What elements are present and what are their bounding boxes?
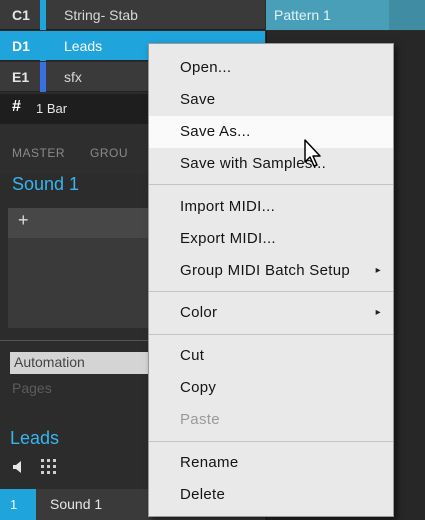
menu-item-label: Open... (180, 59, 232, 76)
sound-title: Sound 1 (12, 174, 80, 194)
menu-item-label: Cut (180, 347, 205, 364)
pages-label: Pages (12, 380, 52, 396)
speaker-icon[interactable] (12, 460, 26, 474)
group-name: sfx (64, 69, 82, 85)
menu-item-save[interactable]: Save (149, 84, 393, 116)
add-plugin-button[interactable]: + (18, 210, 29, 231)
group-name: String- Stab (64, 7, 138, 23)
menu-item-rename[interactable]: Rename (149, 447, 393, 479)
menu-item-import-midi[interactable]: Import MIDI... (149, 191, 393, 223)
menu-item-label: Import MIDI... (180, 198, 276, 215)
menu-item-group-midi-batch-setup[interactable]: Group MIDI Batch Setup ▸ (149, 255, 393, 287)
maschine-panel: C1 String- Stab D1 Leads E1 sfx Pattern … (0, 0, 425, 520)
menu-item-label: Copy (180, 379, 217, 396)
group-color-bar (40, 62, 46, 92)
menu-item-label: Delete (180, 486, 226, 503)
cursor-icon (304, 139, 321, 167)
menu-separator (149, 184, 393, 185)
tab-master[interactable]: MASTER (12, 146, 65, 160)
submenu-arrow-icon: ▸ (375, 307, 381, 318)
group-id: D1 (12, 38, 30, 54)
group-id: C1 (12, 7, 30, 23)
menu-item-label: Color (180, 304, 218, 321)
menu-item-open[interactable]: Open... (149, 52, 393, 84)
menu-separator (149, 441, 393, 442)
menu-item-label: Save (180, 91, 216, 108)
group-title: Leads (10, 428, 60, 448)
menu-item-label: Save As... (180, 123, 251, 140)
menu-item-copy[interactable]: Copy (149, 372, 393, 404)
menu-separator (149, 291, 393, 292)
pattern-slot[interactable]: Pattern 1 (266, 0, 425, 30)
menu-item-label: Rename (180, 454, 239, 471)
sound-name: Sound 1 (50, 496, 103, 512)
menu-item-label: Paste (180, 411, 220, 428)
menu-item-label: Group MIDI Batch Setup (180, 262, 351, 279)
group-color-bar (40, 31, 46, 61)
pattern-length-label: 1 Bar (36, 101, 68, 116)
pattern-cell[interactable] (389, 0, 425, 30)
group-id: E1 (12, 69, 30, 85)
tab-group[interactable]: GROU (90, 146, 128, 160)
group-name: Leads (64, 38, 103, 54)
menu-item-export-midi[interactable]: Export MIDI... (149, 223, 393, 255)
menu-item-save-as[interactable]: Save As... (149, 116, 393, 148)
menu-separator (149, 334, 393, 335)
sound-index: 1 (0, 489, 36, 520)
grid-icon[interactable] (40, 458, 58, 476)
group-row-c1[interactable]: C1 String- Stab (0, 0, 265, 30)
menu-item-paste: Paste (149, 404, 393, 436)
menu-item-delete[interactable]: Delete (149, 479, 393, 511)
menu-item-save-with-samples[interactable]: Save with Samples... (149, 148, 393, 180)
pattern-name: Pattern 1 (274, 7, 331, 23)
menu-item-cut[interactable]: Cut (149, 340, 393, 372)
group-color-bar (40, 0, 46, 30)
context-menu: Open... Save Save As... Save with Sample… (148, 43, 394, 517)
hash-icon: # (12, 98, 21, 115)
menu-item-label: Export MIDI... (180, 230, 276, 247)
submenu-arrow-icon: ▸ (375, 265, 381, 276)
automation-label: Automation (14, 354, 85, 370)
menu-item-color[interactable]: Color ▸ (149, 297, 393, 329)
